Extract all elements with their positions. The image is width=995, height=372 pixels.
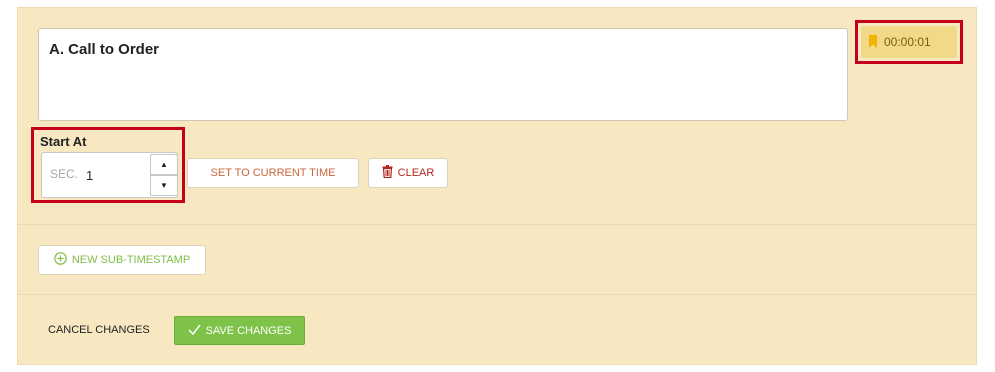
save-changes-label: SAVE CHANGES bbox=[205, 324, 292, 337]
start-at-highlight: Start At SEC. ▲ ▼ bbox=[31, 127, 185, 203]
check-icon bbox=[187, 324, 201, 338]
item-title-field[interactable]: A. Call to Order bbox=[38, 28, 848, 121]
stepper-down-button[interactable]: ▼ bbox=[150, 175, 178, 196]
bookmark-icon bbox=[868, 35, 878, 49]
clear-label: CLEAR bbox=[397, 167, 435, 179]
save-changes-button[interactable]: SAVE CHANGES bbox=[174, 316, 305, 345]
seconds-input[interactable] bbox=[86, 165, 146, 185]
stepper-up-button[interactable]: ▲ bbox=[150, 154, 178, 175]
seconds-input-group: SEC. ▲ ▼ bbox=[41, 152, 178, 198]
timestamp-badge[interactable]: 00:00:01 bbox=[861, 26, 957, 58]
caret-down-icon: ▼ bbox=[160, 181, 168, 190]
start-at-label: Start At bbox=[40, 134, 87, 149]
item-title: A. Call to Order bbox=[49, 41, 160, 58]
timestamp-editor-panel: A. Call to Order 00:00:01 Start At SEC. … bbox=[17, 7, 977, 365]
divider bbox=[18, 224, 976, 225]
timestamp-highlight: 00:00:01 bbox=[855, 20, 963, 64]
timestamp-value: 00:00:01 bbox=[884, 35, 931, 49]
clear-button[interactable]: CLEAR bbox=[368, 158, 448, 188]
new-sub-timestamp-button[interactable]: NEW SUB-TIMESTAMP bbox=[38, 245, 206, 275]
caret-up-icon: ▲ bbox=[160, 160, 168, 169]
seconds-unit-label: SEC. bbox=[50, 167, 79, 181]
cancel-changes-button[interactable]: CANCEL CHANGES bbox=[48, 324, 150, 336]
set-to-current-time-label: SET TO CURRENT TIME bbox=[210, 167, 336, 179]
divider bbox=[18, 294, 976, 295]
plus-circle-icon bbox=[54, 252, 67, 268]
set-to-current-time-button[interactable]: SET TO CURRENT TIME bbox=[187, 158, 359, 188]
trash-icon bbox=[382, 165, 393, 181]
new-sub-timestamp-label: NEW SUB-TIMESTAMP bbox=[71, 254, 191, 266]
